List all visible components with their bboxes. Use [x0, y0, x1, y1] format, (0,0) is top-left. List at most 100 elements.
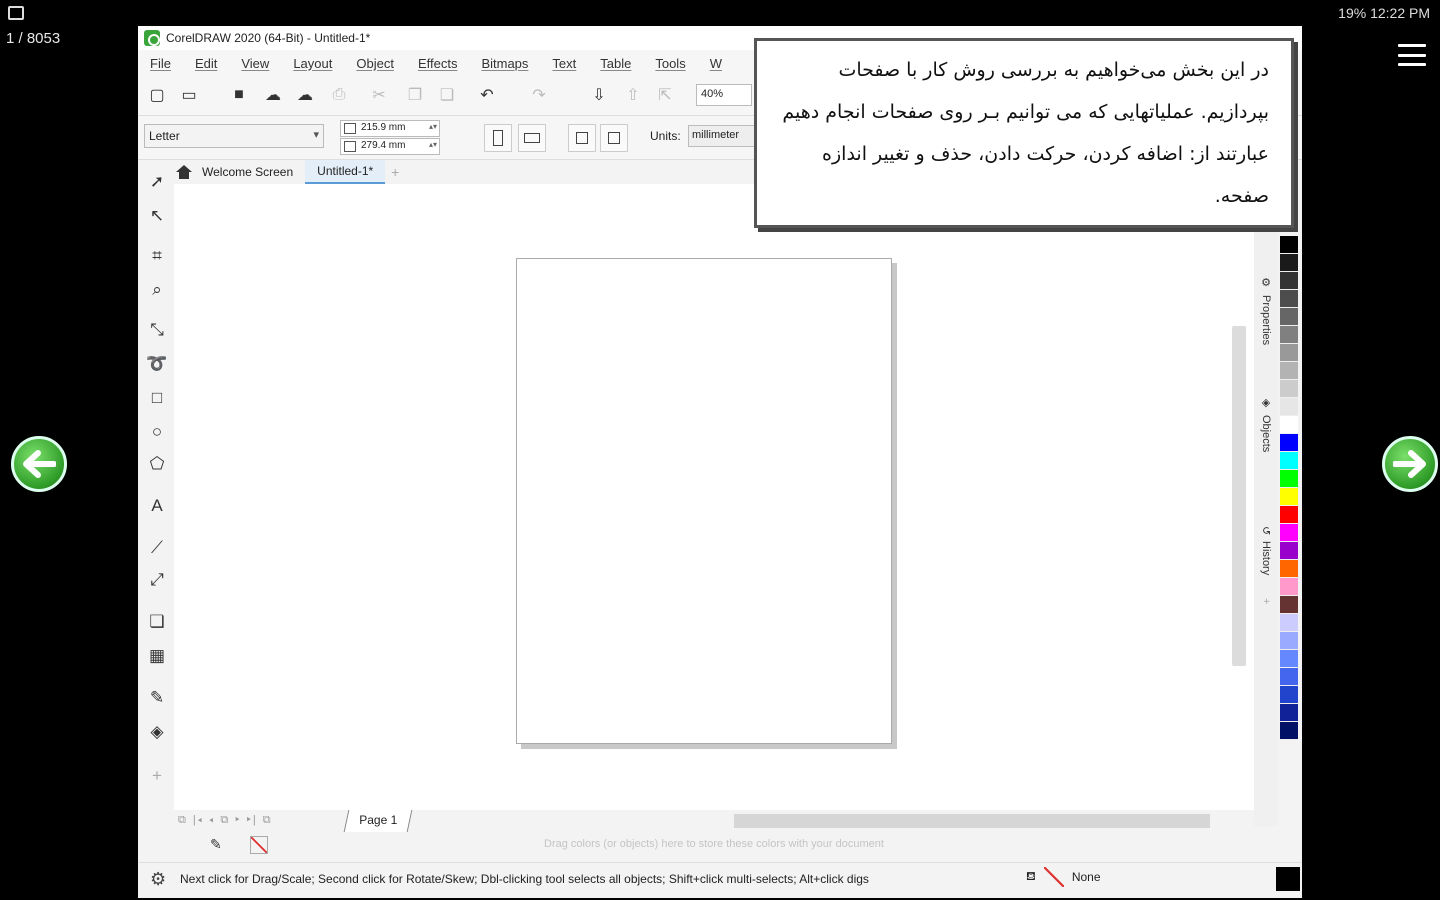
spinner-icon[interactable]: ▴▾: [429, 140, 437, 149]
portrait-button[interactable]: [484, 124, 512, 152]
palette-swatch[interactable]: [1280, 488, 1298, 506]
docker-tab-history[interactable]: ↺ History: [1254, 526, 1278, 575]
palette-swatch[interactable]: [1280, 290, 1298, 308]
page-nav-buttons[interactable]: ⧉ |◂ ◂ ⧉ ▸ ▸| ⧉: [178, 814, 273, 827]
outline-color-swatch[interactable]: [1276, 867, 1300, 891]
paste-icon[interactable]: ❏: [436, 84, 458, 106]
hamburger-menu-icon[interactable]: [1398, 44, 1426, 66]
palette-swatch[interactable]: [1280, 398, 1298, 416]
add-docker-icon[interactable]: +: [1254, 598, 1278, 604]
landscape-button[interactable]: [518, 124, 546, 152]
shape-tool-icon[interactable]: ↖: [145, 204, 169, 228]
palette-swatch[interactable]: [1280, 434, 1298, 452]
menu-bitmaps[interactable]: Bitmaps: [481, 56, 528, 71]
palette-swatch[interactable]: [1280, 236, 1298, 254]
zoom-level-field[interactable]: 40%: [696, 84, 752, 106]
drawing-canvas[interactable]: [174, 184, 1254, 814]
docker-tab-objects[interactable]: ◈ Objects: [1254, 396, 1278, 452]
add-tab-icon[interactable]: +: [385, 162, 405, 182]
next-arrow-button[interactable]: [1382, 436, 1438, 492]
no-color-swatch[interactable]: [250, 836, 268, 854]
palette-swatch[interactable]: [1280, 542, 1298, 560]
export-icon[interactable]: ⇧: [622, 84, 644, 106]
parallel-dimension-icon[interactable]: ⟋: [145, 536, 169, 560]
drop-shadow-icon[interactable]: ❏: [145, 610, 169, 634]
menu-layout[interactable]: Layout: [293, 56, 332, 71]
polygon-tool-icon[interactable]: ⬠: [145, 452, 169, 476]
docker-tab-properties[interactable]: ⚙ Properties: [1254, 276, 1278, 345]
cut-icon[interactable]: ✂: [368, 84, 390, 106]
palette-swatch[interactable]: [1280, 254, 1298, 272]
palette-swatch[interactable]: [1280, 668, 1298, 686]
eyedropper-tool-icon[interactable]: ✎: [145, 686, 169, 710]
palette-swatch[interactable]: [1280, 560, 1298, 578]
palette-swatch[interactable]: [1280, 704, 1298, 722]
interactive-fill-icon[interactable]: ◈: [145, 720, 169, 744]
menu-window[interactable]: W: [710, 56, 722, 71]
palette-swatch[interactable]: [1280, 362, 1298, 380]
spinner-icon[interactable]: ▴▾: [429, 122, 437, 131]
palette-swatch[interactable]: [1280, 308, 1298, 326]
new-document-icon[interactable]: ▢: [146, 84, 168, 106]
vertical-scrollbar[interactable]: [1232, 326, 1246, 666]
transparency-tool-icon[interactable]: ▦: [145, 644, 169, 668]
menu-edit[interactable]: Edit: [195, 56, 217, 71]
fill-indicator[interactable]: ⛾ None: [1026, 867, 1101, 887]
palette-swatch[interactable]: [1280, 470, 1298, 488]
current-page-button[interactable]: [600, 124, 628, 152]
palette-swatch[interactable]: [1280, 578, 1298, 596]
units-select[interactable]: millimeter: [688, 125, 758, 147]
redo-icon[interactable]: ↷: [528, 84, 550, 106]
artistic-media-icon[interactable]: ➰: [145, 352, 169, 376]
page-width-field[interactable]: 215.9 mm ▴▾: [340, 120, 440, 137]
menu-tools[interactable]: Tools: [655, 56, 685, 71]
palette-swatch[interactable]: [1280, 686, 1298, 704]
palette-swatch[interactable]: [1280, 614, 1298, 632]
cloud-import-icon[interactable]: ☁: [262, 84, 284, 106]
horizontal-scrollbar[interactable]: [734, 814, 1210, 828]
palette-swatch[interactable]: [1280, 650, 1298, 668]
pick-tool-icon[interactable]: ➚: [145, 170, 169, 194]
page-1-tab[interactable]: Page 1: [343, 810, 413, 832]
menu-file[interactable]: File: [150, 56, 171, 71]
print-icon[interactable]: ⎙: [328, 84, 350, 106]
publish-icon[interactable]: ⇱: [654, 84, 676, 106]
palette-swatch[interactable]: [1280, 452, 1298, 470]
all-pages-button[interactable]: [568, 124, 596, 152]
connector-tool-icon[interactable]: ⤢: [145, 568, 169, 592]
zoom-tool-icon[interactable]: ⌕: [145, 278, 169, 302]
page-height-field[interactable]: 279.4 mm ▴▾: [340, 138, 440, 155]
freehand-tool-icon[interactable]: ⤡: [145, 318, 169, 342]
ellipse-tool-icon[interactable]: ○: [145, 420, 169, 444]
crop-tool-icon[interactable]: ⌗: [145, 244, 169, 268]
palette-swatch[interactable]: [1280, 326, 1298, 344]
import-icon[interactable]: ⇩: [588, 84, 610, 106]
palette-swatch[interactable]: [1280, 506, 1298, 524]
menu-view[interactable]: View: [241, 56, 269, 71]
palette-swatch[interactable]: [1280, 380, 1298, 398]
menu-table[interactable]: Table: [600, 56, 631, 71]
previous-arrow-button[interactable]: [11, 436, 67, 492]
menu-effects[interactable]: Effects: [418, 56, 458, 71]
open-folder-icon[interactable]: ▭: [178, 84, 200, 106]
palette-swatch[interactable]: [1280, 722, 1298, 740]
palette-swatch[interactable]: [1280, 596, 1298, 614]
save-icon[interactable]: ■: [228, 84, 250, 106]
menu-object[interactable]: Object: [356, 56, 394, 71]
palette-swatch[interactable]: [1280, 272, 1298, 290]
eyedropper-icon[interactable]: ✎: [210, 836, 222, 853]
palette-swatch[interactable]: [1280, 524, 1298, 542]
tab-welcome-screen[interactable]: Welcome Screen: [174, 160, 305, 184]
cloud-export-icon[interactable]: ☁: [294, 84, 316, 106]
rectangle-tool-icon[interactable]: □: [145, 386, 169, 410]
palette-swatch[interactable]: [1280, 416, 1298, 434]
document-page[interactable]: [516, 258, 892, 744]
add-tool-icon[interactable]: +: [145, 764, 169, 788]
palette-swatch[interactable]: [1280, 344, 1298, 362]
copy-icon[interactable]: ❐: [404, 84, 426, 106]
paper-size-select[interactable]: Letter: [144, 124, 324, 148]
palette-swatch[interactable]: [1280, 632, 1298, 650]
menu-text[interactable]: Text: [552, 56, 576, 71]
text-tool-icon[interactable]: A: [145, 494, 169, 518]
tab-untitled-1[interactable]: Untitled-1*: [305, 160, 386, 184]
